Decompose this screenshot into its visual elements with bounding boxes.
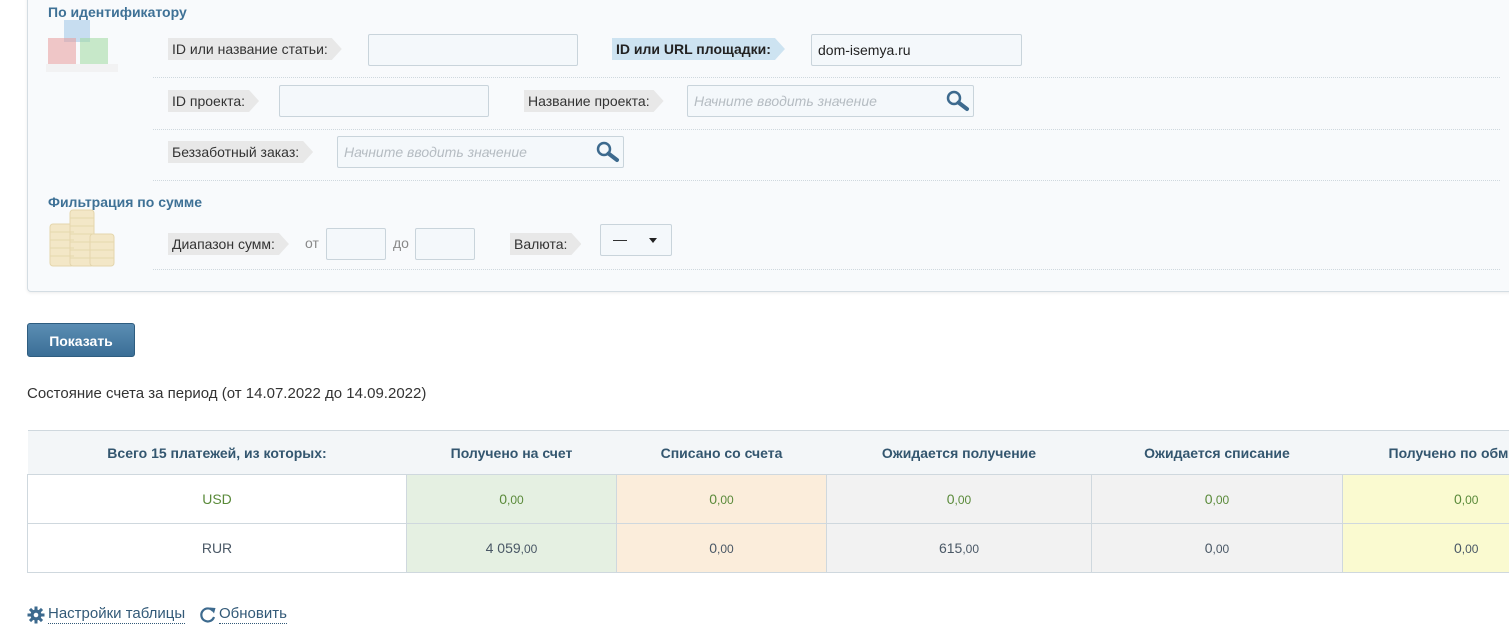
search-icon[interactable] — [595, 141, 621, 163]
col-header-debited[interactable]: Списано со счета — [616, 430, 827, 475]
row-separator — [153, 77, 1500, 78]
project-name-label: Название проекта: — [524, 90, 664, 112]
range-label: Диапазон сумм: — [168, 233, 289, 255]
value-cell: 0,00 — [826, 474, 1092, 524]
article-input[interactable] — [368, 34, 578, 66]
platform-label: ID или URL площадки: — [612, 38, 785, 60]
value-cell: 0,00 — [1091, 523, 1343, 573]
refresh-icon[interactable] — [199, 606, 217, 627]
col-header-total: Всего 15 платежей, из которых: — [27, 430, 407, 475]
col-header-received[interactable]: Получено на счет — [406, 430, 617, 475]
row-separator — [153, 129, 1500, 130]
value-cell: 615,00 — [826, 523, 1092, 573]
period-text: Состояние счета за период (от 14.07.2022… — [27, 385, 427, 402]
col-header-expected-out[interactable]: Ожидается списание — [1091, 430, 1343, 475]
to-label: до — [393, 235, 409, 251]
amount-from-input[interactable] — [326, 228, 386, 260]
project-id-input[interactable] — [279, 85, 489, 117]
project-name-input[interactable] — [687, 85, 974, 117]
value-cell: 0,00 — [406, 474, 617, 524]
value-cell: 4 059,00 — [406, 523, 617, 573]
table-row: USD 0,00 0,00 0,00 0,00 0,00 — [27, 474, 1509, 524]
value-cell: 0,00 — [616, 523, 827, 573]
currency-select[interactable]: — — [600, 224, 672, 256]
value-cell: 0,00 — [1342, 474, 1509, 524]
col-header-exchange[interactable]: Получено по обм — [1342, 430, 1509, 475]
coins-icon — [48, 206, 116, 273]
col-header-expected-in[interactable]: Ожидается получение — [826, 430, 1092, 475]
refresh-link[interactable]: Обновить — [219, 605, 287, 624]
search-icon[interactable] — [945, 90, 971, 112]
value-cell: 0,00 — [1091, 474, 1343, 524]
currency-cell: RUR — [27, 523, 407, 573]
row-separator — [153, 180, 1500, 181]
row-separator — [153, 269, 1500, 270]
summary-table: Всего 15 платежей, из которых: Получено … — [27, 430, 1509, 573]
show-button[interactable]: Показать — [27, 323, 135, 357]
amount-to-input[interactable] — [415, 228, 475, 260]
chevron-down-icon — [649, 238, 657, 243]
order-label: Беззаботный заказ: — [168, 141, 313, 163]
currency-label: Валюта: — [510, 233, 581, 255]
blocks-icon — [46, 16, 118, 77]
order-input[interactable] — [337, 136, 624, 168]
value-cell: 0,00 — [616, 474, 827, 524]
table-row: RUR 4 059,00 0,00 615,00 0,00 0,00 — [27, 523, 1509, 573]
currency-value: — — [613, 231, 627, 247]
article-label: ID или название статьи: — [168, 38, 342, 60]
table-settings-link[interactable]: Настройки таблицы — [48, 605, 186, 624]
currency-cell: USD — [27, 474, 407, 524]
gear-icon[interactable] — [27, 606, 45, 627]
value-cell: 0,00 — [1342, 523, 1509, 573]
table-header-row: Всего 15 платежей, из которых: Получено … — [27, 430, 1509, 475]
platform-input[interactable] — [811, 34, 1022, 66]
project-id-label: ID проекта: — [168, 90, 259, 112]
from-label: от — [305, 235, 319, 251]
